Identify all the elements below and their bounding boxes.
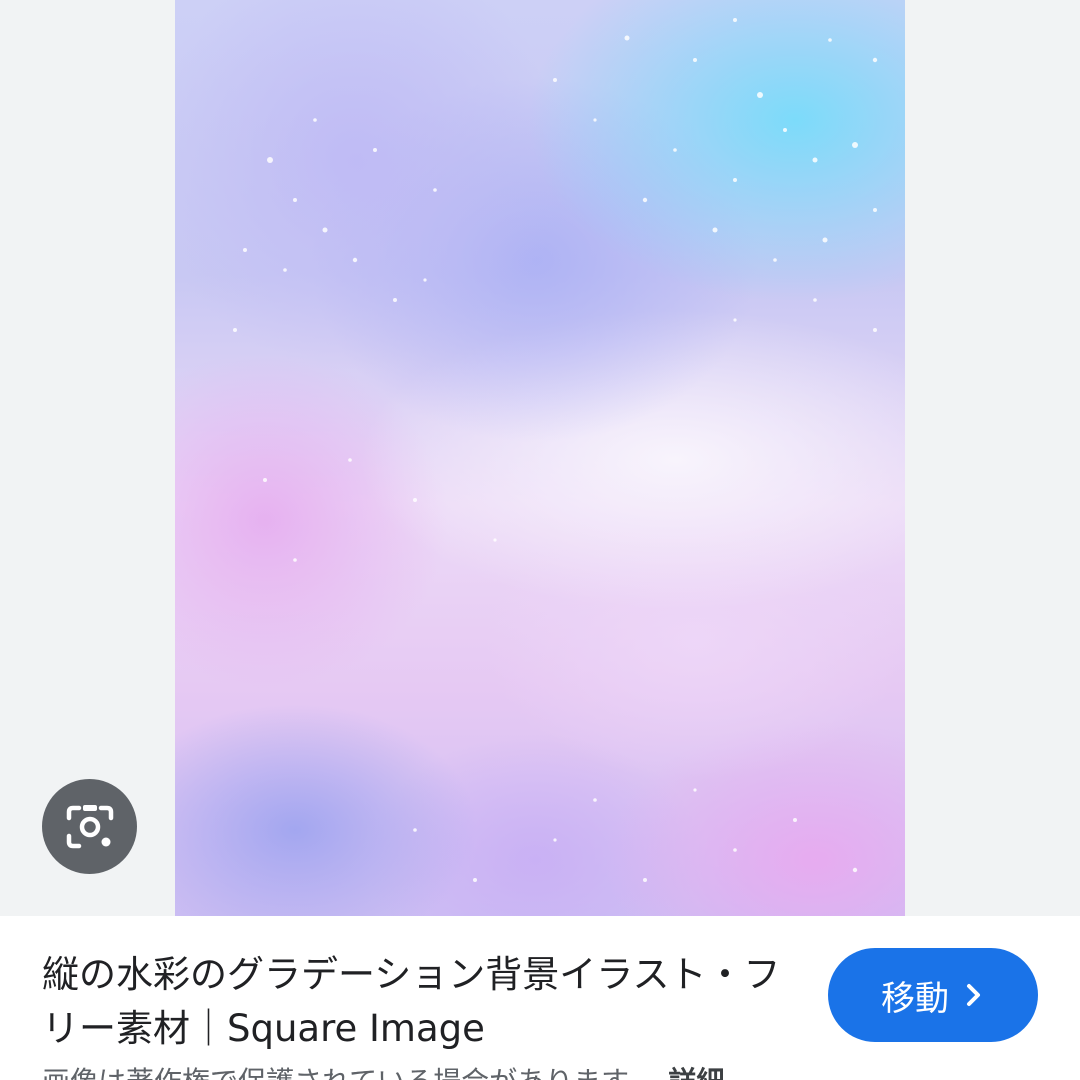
copyright-note: 画像は著作権で保護されている場合があります。詳細 bbox=[42, 1064, 1042, 1080]
image-viewer bbox=[0, 0, 1080, 916]
visit-button[interactable]: 移動 bbox=[828, 948, 1038, 1042]
visit-button-label: 移動 bbox=[881, 978, 949, 1019]
camera-search-icon bbox=[66, 804, 113, 848]
details-link[interactable]: 詳細 bbox=[668, 1065, 724, 1080]
preview-image[interactable] bbox=[175, 0, 905, 916]
sparkle-overlay bbox=[233, 18, 878, 882]
chevron-right-icon bbox=[967, 984, 980, 1006]
lens-search-button[interactable] bbox=[42, 779, 137, 874]
copyright-text: 画像は著作権で保護されている場合があります。 bbox=[42, 1065, 654, 1080]
result-info-panel: 縦の水彩のグラデーション背景イラスト・フリー素材｜Square Image 移動… bbox=[0, 916, 1080, 1080]
result-title[interactable]: 縦の水彩のグラデーション背景イラスト・フリー素材｜Square Image bbox=[42, 948, 782, 1056]
